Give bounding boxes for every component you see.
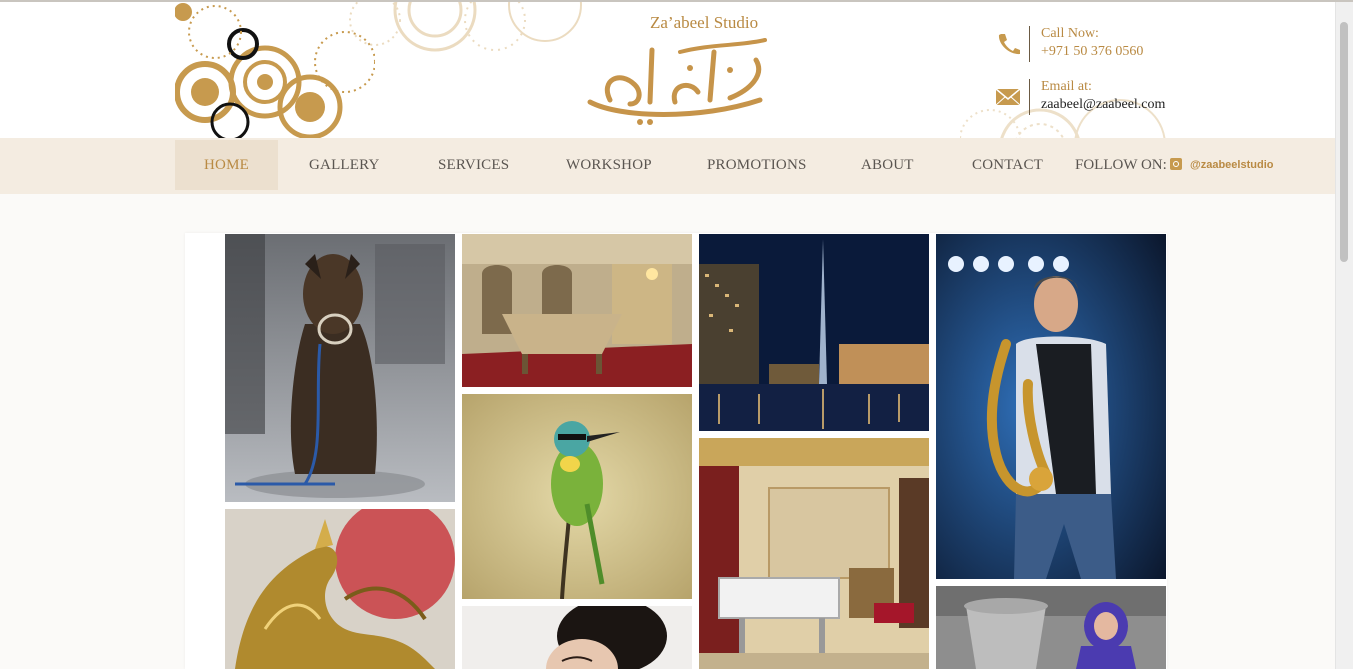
email-block[interactable]: Email at: zaabeel@zaabeel.com [995,79,1195,117]
dubai-skyline-photo[interactable] [699,234,929,431]
call-divider [1029,26,1030,62]
logo-text: Za’abeel Studio [650,13,759,32]
nav-contact[interactable]: CONTACT [972,140,1043,190]
nav-workshop[interactable]: WORKSHOP [566,140,652,190]
dining-room-photo[interactable] [462,234,692,387]
horse-statue-photo[interactable] [225,509,455,669]
decorative-circles-top [349,2,582,52]
call-now-block[interactable]: Call Now: +971 50 376 0560 [995,26,1195,64]
dog-photo[interactable] [225,234,455,502]
main-navigation: HOME GALLERY SERVICES WORKSHOP PROMOTION… [0,138,1336,194]
follow-on-label: FOLLOW ON: [1075,157,1167,173]
phone-icon [998,34,1020,55]
nav-services[interactable]: SERVICES [438,140,509,190]
email-address[interactable]: zaabeel@zaabeel.com [1041,97,1165,113]
call-number[interactable]: +971 50 376 0560 [1041,44,1143,60]
saxophonist-photo[interactable] [936,234,1166,579]
envelope-icon [995,88,1021,106]
zaabeel-arabic-calligraphy-logo [587,38,767,125]
instagram-icon[interactable] [1170,158,1182,170]
email-divider [1029,79,1030,115]
call-label: Call Now: [1041,26,1099,41]
scrollbar-thumb[interactable] [1340,22,1348,262]
site-header: Za’abeel Studio Call Now: +971 50 376 05… [0,2,1336,138]
page-scrollbar[interactable] [1335,2,1353,669]
nav-about[interactable]: ABOUT [861,140,914,190]
child-photo[interactable] [936,586,1166,669]
nav-gallery[interactable]: GALLERY [309,140,380,190]
nav-promotions[interactable]: PROMOTIONS [707,140,807,190]
portrait-photo[interactable] [462,606,692,669]
bird-photo[interactable] [462,394,692,599]
email-label: Email at: [1041,79,1092,94]
nav-home[interactable]: HOME [175,140,278,190]
instagram-handle[interactable]: @zaabeelstudio [1190,140,1273,190]
hospital-room-photo[interactable] [699,438,929,669]
